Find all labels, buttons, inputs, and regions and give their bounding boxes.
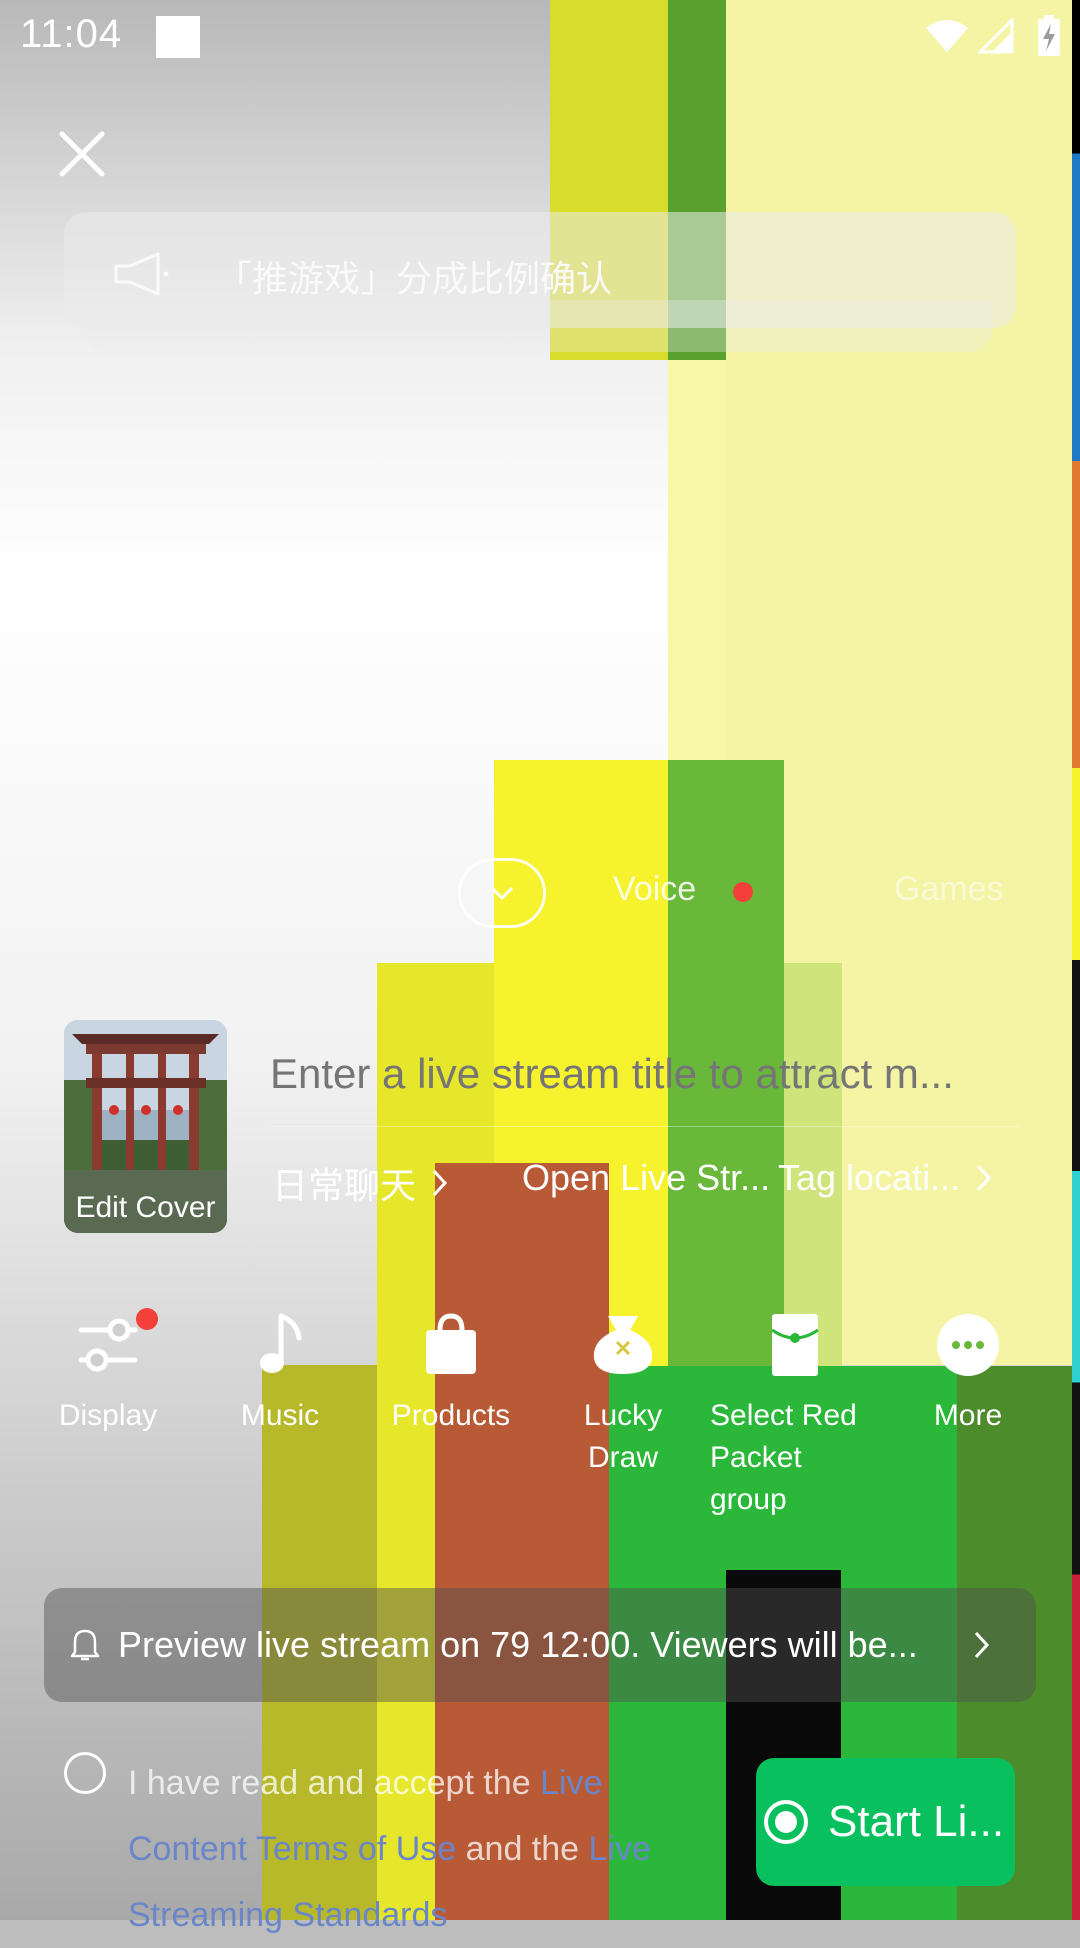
tool-music[interactable]: Music <box>205 1312 355 1437</box>
preview-text: Preview live stream on 79 12:00. Viewers… <box>118 1624 918 1665</box>
notice-text: 「推游戏」分成比例确认 <box>216 259 613 300</box>
lucky-bag-icon <box>593 1316 653 1374</box>
title-underline <box>270 1126 1020 1127</box>
tool-products-label: Products <box>391 1399 511 1432</box>
open-live-label: Open Live Str... <box>522 1157 771 1198</box>
chevron-right-icon <box>976 1164 992 1192</box>
tool-display-label: Display <box>58 1399 158 1432</box>
voice-red-dot <box>733 882 753 902</box>
chevron-down-icon <box>490 886 514 900</box>
agreement-prefix: I have read and accept the <box>128 1764 541 1802</box>
bg-block <box>1072 0 1080 1920</box>
sliders-icon <box>78 1318 138 1372</box>
mode-tab-games[interactable]: Games <box>894 870 1004 909</box>
close-icon <box>59 131 105 177</box>
music-note-icon <box>260 1313 302 1373</box>
tool-more[interactable]: More <box>893 1312 1043 1437</box>
record-icon <box>764 1800 808 1844</box>
red-packet-icon <box>771 1314 819 1376</box>
close-button[interactable] <box>50 122 114 186</box>
start-live-button[interactable]: Start Li... <box>756 1758 1015 1886</box>
category-label: 日常聊天 <box>272 1166 417 1207</box>
tool-products[interactable]: Products <box>376 1312 526 1437</box>
battery-charging-icon <box>1038 15 1060 56</box>
tool-red-packet[interactable]: Select Red Packet group <box>710 1312 870 1521</box>
preview-banner[interactable]: Preview live stream on 79 12:00. Viewers… <box>44 1588 1036 1702</box>
category-selector[interactable]: 日常聊天 <box>272 1157 450 1209</box>
status-time: 11:04 <box>20 12 123 56</box>
bg-block <box>668 360 726 760</box>
mode-dropdown-button[interactable] <box>458 858 546 928</box>
megaphone-icon <box>114 252 169 296</box>
display-red-dot <box>136 1308 158 1330</box>
status-bar: 11:04 <box>0 0 1080 75</box>
tool-more-label: More <box>933 1399 1003 1432</box>
tag-location-option[interactable]: Tag locati... <box>778 1157 994 1199</box>
bell-icon <box>70 1629 100 1661</box>
tool-lucky-draw-label: Lucky Draw <box>583 1399 663 1474</box>
wifi-icon <box>926 20 968 52</box>
edit-cover-button[interactable]: Edit Cover <box>64 1020 227 1233</box>
title-input[interactable] <box>270 1050 1020 1098</box>
tool-music-label: Music <box>240 1399 320 1432</box>
cellular-signal-icon <box>978 18 1014 54</box>
tool-display[interactable]: Display <box>33 1308 183 1437</box>
start-live-label: Start Li... <box>828 1797 1005 1846</box>
mode-tab-voice[interactable]: Voice <box>613 870 696 909</box>
edit-cover-label: Edit Cover <box>75 1191 216 1224</box>
notification-square-icon <box>156 16 200 58</box>
agree-checkbox[interactable] <box>64 1752 106 1794</box>
agreement-mid: and the <box>456 1830 589 1868</box>
agreement-text: I have read and accept the Live Content … <box>128 1750 728 1948</box>
open-live-stream-option[interactable]: Open Live Str... <box>522 1157 770 1199</box>
chevron-right-icon <box>432 1169 448 1197</box>
chevron-right-icon <box>974 1631 990 1659</box>
more-dots-icon <box>937 1314 999 1376</box>
tag-location-label: Tag locati... <box>778 1157 961 1198</box>
tool-lucky-draw[interactable]: Lucky Draw <box>548 1312 698 1479</box>
shopping-bag-icon <box>426 1313 476 1374</box>
tool-red-packet-label: Select Red Packet group <box>710 1399 857 1516</box>
